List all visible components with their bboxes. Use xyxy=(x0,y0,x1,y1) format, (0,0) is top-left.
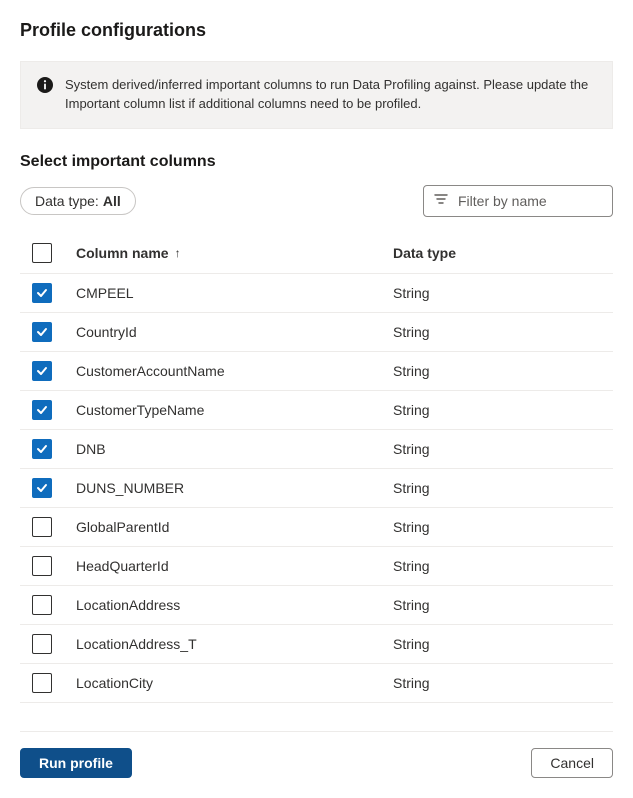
row-checkbox[interactable] xyxy=(32,556,52,576)
row-checkbox[interactable] xyxy=(32,439,52,459)
data-type-filter-value: All xyxy=(103,193,121,209)
column-name-cell: LocationCity xyxy=(76,675,153,691)
page-title: Profile configurations xyxy=(20,20,613,41)
header-column-name[interactable]: Column name ↑ xyxy=(76,245,393,261)
table-header: Column name ↑ Data type xyxy=(20,235,613,274)
data-type-cell: String xyxy=(393,285,430,301)
column-name-cell: CustomerTypeName xyxy=(76,402,204,418)
column-name-cell: LocationAddress_T xyxy=(76,636,197,652)
info-icon xyxy=(37,77,53,93)
column-name-cell: DNB xyxy=(76,441,106,457)
data-type-cell: String xyxy=(393,675,430,691)
filter-by-name-wrap[interactable] xyxy=(423,185,613,217)
table-row: CustomerAccountName String xyxy=(20,352,613,391)
filter-by-name-input[interactable] xyxy=(456,192,602,210)
section-title: Select important columns xyxy=(20,153,613,171)
row-checkbox[interactable] xyxy=(32,634,52,654)
header-data-type[interactable]: Data type xyxy=(393,245,613,261)
header-data-type-label: Data type xyxy=(393,245,456,261)
columns-table: Column name ↑ Data type CMPEELStringCoun… xyxy=(20,235,613,703)
table-row: HeadQuarterId String xyxy=(20,547,613,586)
table-row: CMPEEL String xyxy=(20,274,613,313)
row-checkbox[interactable] xyxy=(32,478,52,498)
table-row: DNB String xyxy=(20,430,613,469)
column-name-cell: HeadQuarterId xyxy=(76,558,169,574)
run-profile-button[interactable]: Run profile xyxy=(20,748,132,778)
column-name-cell: CustomerAccountName xyxy=(76,363,225,379)
sort-ascending-icon: ↑ xyxy=(175,246,181,260)
row-checkbox[interactable] xyxy=(32,517,52,537)
table-row: LocationCity String xyxy=(20,664,613,703)
row-checkbox[interactable] xyxy=(32,595,52,615)
data-type-filter-label: Data type: xyxy=(35,193,99,209)
data-type-cell: String xyxy=(393,402,430,418)
table-row: CustomerTypeName String xyxy=(20,391,613,430)
table-row: LocationAddress_T String xyxy=(20,625,613,664)
filter-row: Data type: All xyxy=(20,185,613,217)
column-name-cell: LocationAddress xyxy=(76,597,180,613)
select-all-checkbox[interactable] xyxy=(32,243,52,263)
dialog-footer: Run profile Cancel xyxy=(20,731,613,778)
info-banner: System derived/inferred important column… xyxy=(20,61,613,129)
data-type-cell: String xyxy=(393,363,430,379)
table-row: DUNS_NUMBER String xyxy=(20,469,613,508)
header-column-name-label: Column name xyxy=(76,245,169,261)
row-checkbox[interactable] xyxy=(32,322,52,342)
row-checkbox[interactable] xyxy=(32,283,52,303)
data-type-cell: String xyxy=(393,636,430,652)
table-row: GlobalParentId String xyxy=(20,508,613,547)
data-type-cell: String xyxy=(393,324,430,340)
data-type-cell: String xyxy=(393,480,430,496)
data-type-cell: String xyxy=(393,519,430,535)
row-checkbox[interactable] xyxy=(32,361,52,381)
info-message: System derived/inferred important column… xyxy=(65,76,596,114)
row-checkbox[interactable] xyxy=(32,673,52,693)
table-row: CountryId String xyxy=(20,313,613,352)
data-type-cell: String xyxy=(393,441,430,457)
table-row: LocationAddress String xyxy=(20,586,613,625)
data-type-cell: String xyxy=(393,558,430,574)
filter-icon xyxy=(434,192,448,209)
column-name-cell: GlobalParentId xyxy=(76,519,169,535)
data-type-cell: String xyxy=(393,597,430,613)
column-name-cell: CountryId xyxy=(76,324,137,340)
row-checkbox[interactable] xyxy=(32,400,52,420)
cancel-button[interactable]: Cancel xyxy=(531,748,613,778)
column-name-cell: CMPEEL xyxy=(76,285,134,301)
column-name-cell: DUNS_NUMBER xyxy=(76,480,184,496)
data-type-filter-pill[interactable]: Data type: All xyxy=(20,187,136,215)
